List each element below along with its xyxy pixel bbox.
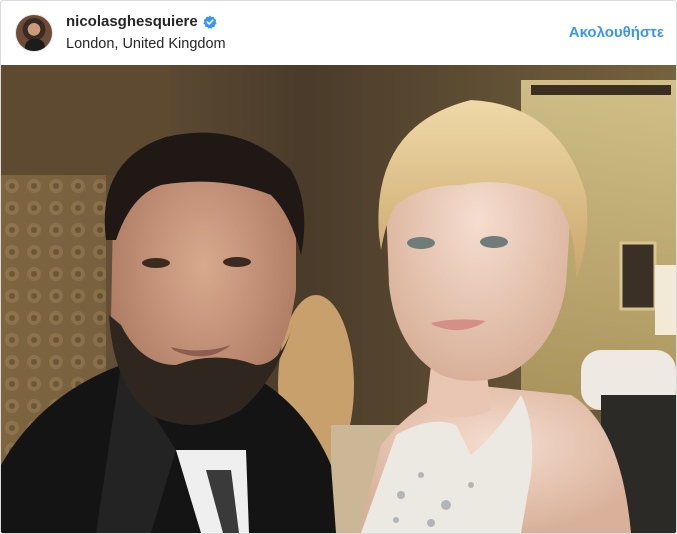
post-meta: nicolasghesquiere London, United Kingdom xyxy=(66,13,226,53)
post-photo[interactable] xyxy=(1,65,676,533)
user-avatar[interactable] xyxy=(15,14,53,52)
location-link[interactable]: London, United Kingdom xyxy=(66,35,226,53)
username-row: nicolasghesquiere xyxy=(66,13,226,31)
verified-badge-icon xyxy=(203,15,217,29)
post-header: nicolasghesquiere London, United Kingdom… xyxy=(1,1,676,65)
username-link[interactable]: nicolasghesquiere xyxy=(66,13,198,31)
follow-button[interactable]: Ακολουθήστε xyxy=(569,24,664,42)
instagram-post-card: nicolasghesquiere London, United Kingdom… xyxy=(0,0,677,534)
